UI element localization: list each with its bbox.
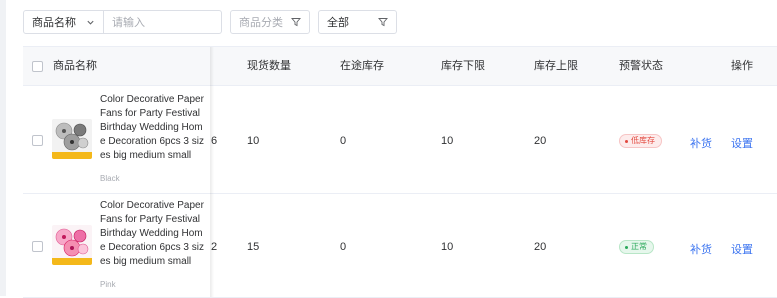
column-header-in-transit: 在途库存 bbox=[340, 60, 384, 72]
row-checkbox[interactable] bbox=[32, 241, 43, 252]
max-stock: 20 bbox=[534, 241, 547, 253]
status-badge-label: 低库存 bbox=[631, 136, 655, 145]
status-dot-icon bbox=[625, 139, 628, 143]
product-thumbnail bbox=[52, 119, 92, 159]
fixed-column-shadow bbox=[210, 47, 214, 297]
chevron-down-icon bbox=[87, 20, 94, 25]
sidebar-edge bbox=[0, 0, 6, 296]
select-all-checkbox[interactable] bbox=[32, 61, 43, 72]
table-header: 商品名称 现货数量 在途库存 库存下限 库存上限 预警状态 操作 bbox=[23, 47, 777, 86]
product-name: Color Decorative Paper Fans for Party Fe… bbox=[100, 94, 204, 161]
category-filter-placeholder: 商品分类 bbox=[239, 17, 283, 29]
table-row: Color Decorative Paper Fans for Party Fe… bbox=[23, 194, 777, 298]
name-search-group: 商品名称 请输入 bbox=[23, 10, 222, 34]
column-header-warning-status: 预警状态 bbox=[619, 60, 663, 72]
table-row: Color Decorative Paper Fans for Party Fe… bbox=[23, 86, 777, 194]
product-name: Color Decorative Paper Fans for Party Fe… bbox=[100, 200, 204, 267]
search-field-select[interactable]: 商品名称 bbox=[24, 11, 104, 33]
column-header-actions: 操作 bbox=[731, 60, 753, 72]
in-transit-stock: 0 bbox=[340, 135, 347, 147]
status-filter-value: 全部 bbox=[327, 17, 349, 29]
column-header-max-stock: 库存上限 bbox=[534, 60, 578, 72]
column-header-min-stock: 库存下限 bbox=[441, 60, 485, 72]
row-checkbox[interactable] bbox=[32, 135, 43, 146]
status-dot-icon bbox=[625, 245, 628, 249]
column-header-name: 商品名称 bbox=[53, 60, 97, 72]
product-thumbnail bbox=[52, 225, 92, 265]
min-stock: 10 bbox=[441, 241, 454, 253]
restock-link[interactable]: 补货 bbox=[690, 241, 712, 257]
min-stock: 10 bbox=[441, 135, 454, 147]
search-field-select-label: 商品名称 bbox=[32, 17, 76, 29]
product-variant: Black bbox=[100, 174, 120, 183]
filter-icon bbox=[291, 18, 301, 27]
stock-quantity: 10 bbox=[247, 135, 260, 147]
max-stock: 20 bbox=[534, 135, 547, 147]
in-transit-stock: 0 bbox=[340, 241, 347, 253]
status-badge: 低库存 bbox=[619, 134, 662, 148]
status-badge: 正常 bbox=[619, 240, 654, 254]
search-input[interactable]: 请输入 bbox=[104, 14, 221, 30]
settings-link[interactable]: 设置 bbox=[731, 241, 753, 257]
product-variant: Pink bbox=[100, 280, 116, 289]
status-filter-select[interactable]: 全部 bbox=[318, 10, 397, 34]
filter-icon bbox=[378, 18, 388, 27]
settings-link[interactable]: 设置 bbox=[731, 135, 753, 151]
restock-link[interactable]: 补货 bbox=[690, 135, 712, 151]
stock-quantity: 15 bbox=[247, 241, 260, 253]
status-badge-label: 正常 bbox=[631, 242, 647, 251]
category-filter-select[interactable]: 商品分类 bbox=[230, 10, 310, 34]
column-header-stock: 现货数量 bbox=[247, 60, 291, 72]
inventory-table: 商品名称 现货数量 在途库存 库存下限 库存上限 预警状态 操作 Color D… bbox=[23, 46, 777, 298]
